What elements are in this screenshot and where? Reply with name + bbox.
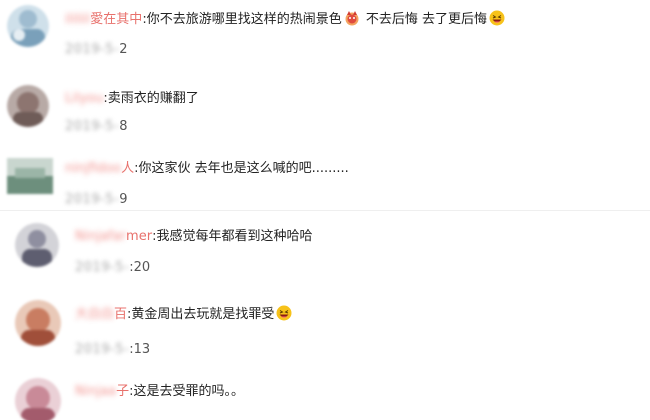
comment-item: ililiil愛在其中:你不去旅游哪里找这样的热闹景色 不去后悔 去了更后悔 2… xyxy=(7,5,647,65)
username-visible: mer xyxy=(126,229,153,244)
comment-meta: 2019-5-9 xyxy=(65,192,128,208)
username-masked: Ninjaa xyxy=(75,384,117,399)
timestamp: 2 xyxy=(119,42,128,57)
avatar[interactable] xyxy=(15,223,59,267)
comment-item: Ninjaa子:这是去受罪的吗。。 xyxy=(15,378,645,420)
username-masked: Ninjafar xyxy=(75,229,127,244)
comment-strip-lower: Ninjafarmer:我感觉每年都看到这种哈哈 2019-5-:20 大白白百… xyxy=(0,210,650,420)
comment-meta: 2019-5-2 xyxy=(65,42,128,58)
username-visible: 百 xyxy=(114,307,128,322)
timestamp: 8 xyxy=(119,119,128,134)
comment-line: ililiil愛在其中:你不去旅游哪里找这样的热闹景色 不去后悔 去了更后悔 xyxy=(65,10,507,29)
comment-item: Lilyou:卖雨衣的赚翻了 2019-5-8 xyxy=(7,85,647,145)
comment-meta: 2019-5-:13 xyxy=(75,342,150,358)
comment-text: 卖雨衣的赚翻了 xyxy=(107,91,199,106)
timestamp-masked: 2019-5- xyxy=(65,42,120,57)
timestamp-masked: 2019-5- xyxy=(65,119,120,134)
username-link[interactable]: Ninjafarmer xyxy=(75,228,152,246)
comment-line: Ninjaa子:这是去受罪的吗。。 xyxy=(75,383,244,401)
comment-feed: ililiil愛在其中:你不去旅游哪里找这样的热闹景色 不去后悔 去了更后悔 2… xyxy=(0,0,650,420)
timestamp: :20 xyxy=(129,260,151,275)
username-masked: 大白白 xyxy=(75,307,115,322)
username-masked: Lilyou xyxy=(65,91,104,106)
avatar[interactable] xyxy=(7,85,49,127)
username-visible: 人 xyxy=(121,161,135,176)
username-link[interactable]: Lilyou xyxy=(65,90,103,108)
comment-item: ninjfidoo人:你这家伙 去年也是这么喊的吧......... 2019-… xyxy=(7,155,647,215)
laughing-face-emoji-icon xyxy=(489,10,505,26)
username-masked: ninjfidoo xyxy=(65,161,122,176)
comment-text: 黄金周出去玩就是找罪受 xyxy=(131,307,275,322)
comment-strip-upper: ililiil愛在其中:你不去旅游哪里找这样的热闹景色 不去后悔 去了更后悔 2… xyxy=(0,0,650,210)
avatar[interactable] xyxy=(7,158,53,194)
timestamp-masked: 2019-5- xyxy=(75,342,130,357)
timestamp: 9 xyxy=(119,192,128,207)
comment-meta: 2019-5-:20 xyxy=(75,260,150,276)
username-visible: 子 xyxy=(116,384,130,399)
comment-line: Lilyou:卖雨衣的赚翻了 xyxy=(65,90,199,108)
timestamp: :13 xyxy=(129,342,151,357)
thinking-face-emoji-icon xyxy=(344,10,360,26)
comment-text: 你这家伙 去年也是这么喊的吧......... xyxy=(138,161,349,176)
avatar[interactable] xyxy=(15,378,61,420)
avatar[interactable] xyxy=(7,5,49,47)
comment-text-cont: 不去后悔 去了更后悔 xyxy=(361,12,487,27)
comment-meta: 2019-5-8 xyxy=(65,119,128,135)
username-link[interactable]: ililiil愛在其中 xyxy=(65,11,142,29)
username-link[interactable]: ninjfidoo人 xyxy=(65,160,134,178)
avatar[interactable] xyxy=(15,300,61,346)
laughing-face-emoji-icon xyxy=(276,305,292,321)
timestamp-masked: 2019-5- xyxy=(65,192,120,207)
comment-line: 大白白百:黄金周出去玩就是找罪受 xyxy=(75,305,294,324)
username-masked: ililiil xyxy=(65,12,91,27)
comment-item: 大白白百:黄金周出去玩就是找罪受 2019-5-:13 xyxy=(15,300,645,360)
comment-line: ninjfidoo人:你这家伙 去年也是这么喊的吧......... xyxy=(65,160,349,178)
comment-item: Ninjafarmer:我感觉每年都看到这种哈哈 2019-5-:20 xyxy=(15,223,645,283)
username-visible: 愛在其中 xyxy=(90,12,143,27)
comment-text: 你不去旅游哪里找这样的热闹景色 xyxy=(146,12,342,27)
comment-line: Ninjafarmer:我感觉每年都看到这种哈哈 xyxy=(75,228,312,246)
timestamp-masked: 2019-5- xyxy=(75,260,130,275)
username-link[interactable]: 大白白百 xyxy=(75,306,127,324)
comment-text: 这是去受罪的吗。。 xyxy=(133,384,245,399)
username-link[interactable]: Ninjaa子 xyxy=(75,383,129,401)
comment-text: 我感觉每年都看到这种哈哈 xyxy=(156,229,313,244)
